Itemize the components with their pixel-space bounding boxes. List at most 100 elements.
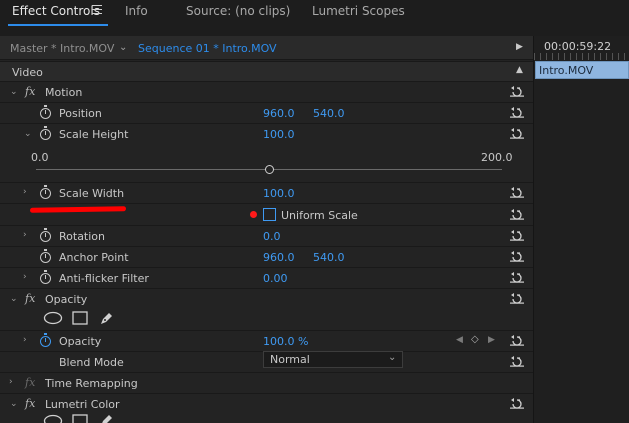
red-dot-annotation [250,211,257,218]
scale-width-row: › Scale Width 100.0 [0,182,533,203]
rotation-label: Rotation [59,230,106,243]
time-remapping-row[interactable]: › fx Time Remapping [0,372,533,393]
stopwatch-icon[interactable] [40,249,51,263]
video-section-label: Video [12,66,43,79]
time-remapping-label: Time Remapping [45,377,138,390]
stopwatch-icon[interactable] [40,270,51,284]
stopwatch-icon[interactable] [40,228,51,242]
pen-mask-icon[interactable] [98,311,114,327]
clip-header: Master * Intro.MOV ⌄ Sequence 01 * Intro… [0,36,533,60]
reset-icon[interactable] [510,398,524,409]
collapse-up-icon[interactable]: ▲ [516,65,523,75]
fx-icon[interactable]: fx [25,292,35,305]
opacity-effect-label: Opacity [45,293,88,306]
opacity-property-row: › Opacity 100.0 % ◀ ◇ ▶ [0,330,533,351]
reset-icon[interactable] [510,128,524,139]
fx-icon[interactable]: fx [25,85,35,98]
anti-flicker-value[interactable]: 0.00 [263,272,288,285]
expand-caret-icon[interactable]: › [9,377,13,387]
anti-flicker-row: › Anti-flicker Filter 0.00 [0,267,533,288]
mini-timeline[interactable] [533,36,629,423]
sequence-clip-label[interactable]: Sequence 01 * Intro.MOV [138,42,277,55]
previous-keyframe-icon[interactable]: ◀ [456,335,463,345]
blend-mode-select[interactable]: Normal ⌄ [263,351,403,368]
fx-icon: fx [25,376,36,389]
uniform-scale-checkbox[interactable] [263,208,276,221]
chevron-down-icon: ⌄ [388,352,397,363]
position-x-value[interactable]: 960.0 [263,107,295,120]
tab-source[interactable]: Source: (no clips) [186,4,290,18]
anti-flicker-label: Anti-flicker Filter [59,272,149,285]
reset-icon[interactable] [510,335,524,346]
tab-effect-controls[interactable]: Effect Controls [12,4,100,18]
chevron-down-icon[interactable]: ⌄ [119,42,127,53]
timeline-ruler[interactable] [534,53,629,60]
scale-height-label: Scale Height [59,128,129,141]
next-keyframe-icon[interactable]: ▶ [488,335,495,345]
reset-icon[interactable] [510,230,524,241]
opacity-effect-row[interactable]: ⌄ fx Opacity [0,288,533,309]
slider-max-label: 200.0 [481,151,513,164]
scale-width-value[interactable]: 100.0 [263,187,295,200]
lumetri-effect-row[interactable]: ⌄ fx Lumetri Color [0,393,533,414]
play-triangle-icon[interactable]: ▶ [516,42,523,52]
rectangle-mask-icon[interactable] [72,311,88,325]
expand-caret-icon[interactable]: ⌄ [24,129,32,139]
uniform-scale-label[interactable]: Uniform Scale [281,209,358,222]
expand-caret-icon[interactable]: › [23,272,27,282]
panel-menu-icon[interactable] [92,5,102,15]
master-clip-label[interactable]: Master * Intro.MOV [10,42,114,55]
scale-height-value[interactable]: 100.0 [263,128,295,141]
blend-mode-value: Normal [270,353,310,366]
reset-icon[interactable] [510,251,524,262]
position-y-value[interactable]: 540.0 [313,107,345,120]
timeline-timecode[interactable]: 00:00:59:22 [544,40,611,53]
rotation-value[interactable]: 0.0 [263,230,281,243]
anchor-point-label: Anchor Point [59,251,129,264]
stopwatch-icon[interactable] [40,185,51,199]
rectangle-mask-icon[interactable] [72,414,88,423]
tab-info[interactable]: Info [125,4,148,18]
lumetri-color-label: Lumetri Color [45,398,120,411]
stopwatch-icon[interactable] [40,333,51,347]
expand-caret-icon[interactable]: ⌄ [10,87,18,97]
position-row: Position 960.0 540.0 [0,102,533,123]
stopwatch-icon[interactable] [40,105,51,119]
reset-icon[interactable] [510,107,524,118]
scale-height-row: ⌄ Scale Height 100.0 [0,123,533,144]
tab-lumetri-scopes[interactable]: Lumetri Scopes [312,4,405,18]
anchor-y-value[interactable]: 540.0 [313,251,345,264]
pen-mask-icon[interactable] [98,413,114,423]
motion-effect-row[interactable]: ⌄ fx Motion [0,81,533,102]
expand-caret-icon[interactable]: ⌄ [10,399,18,409]
ellipse-mask-icon[interactable] [43,311,63,325]
effect-controls-window: Effect Controls Info Source: (no clips) … [0,0,629,423]
motion-label: Motion [45,86,83,99]
reset-icon[interactable] [510,86,524,97]
fx-icon[interactable]: fx [25,397,35,410]
scale-width-label: Scale Width [59,187,125,200]
reset-icon[interactable] [510,187,524,198]
slider-min-label: 0.0 [31,151,49,164]
expand-caret-icon[interactable]: ⌄ [10,294,18,304]
reset-icon[interactable] [510,209,524,220]
expand-caret-icon[interactable]: › [23,335,27,345]
anchor-point-row: Anchor Point 960.0 540.0 [0,246,533,267]
opacity-property-label: Opacity [59,335,102,348]
panel-tab-bar: Effect Controls Info Source: (no clips) … [0,0,629,27]
opacity-value[interactable]: 100.0 % [263,335,308,348]
rotation-row: › Rotation 0.0 [0,225,533,246]
slider-thumb[interactable] [265,165,274,174]
timeline-clip-label: Intro.MOV [539,64,594,77]
add-keyframe-icon[interactable]: ◇ [471,334,479,345]
expand-caret-icon[interactable]: › [23,187,27,197]
expand-caret-icon[interactable]: › [23,230,27,240]
timeline-clip[interactable]: Intro.MOV [535,61,629,79]
active-tab-indicator [8,24,108,26]
anchor-x-value[interactable]: 960.0 [263,251,295,264]
reset-icon[interactable] [510,356,524,367]
stopwatch-icon[interactable] [40,126,51,140]
reset-icon[interactable] [510,272,524,283]
reset-icon[interactable] [510,293,524,304]
ellipse-mask-icon[interactable] [43,414,63,423]
